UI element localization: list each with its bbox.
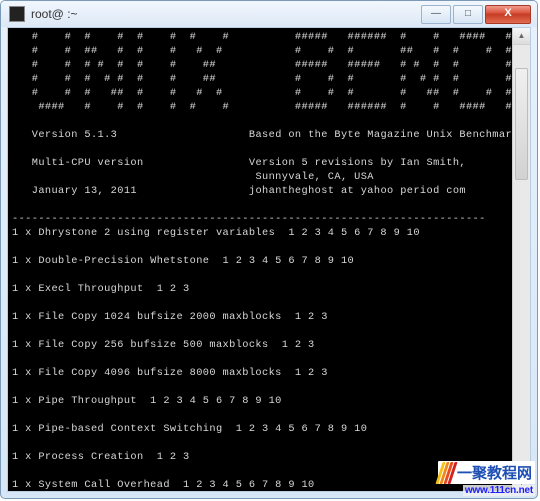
banner-line: # # # # # # # ## # # # # # # # # # xyxy=(12,72,526,86)
watermark-stripes-icon xyxy=(435,462,457,484)
test-line: 1 x File Copy 4096 bufsize 8000 maxblock… xyxy=(12,366,526,380)
titlebar[interactable]: root@ :~ — □ X xyxy=(1,1,537,27)
app-icon xyxy=(9,6,25,22)
test-line: 1 x Double-Precision Whetstone 1 2 3 4 5… xyxy=(12,254,526,268)
blank-line xyxy=(12,114,526,128)
test-line: 1 x Execl Throughput 1 2 3 xyxy=(12,282,526,296)
watermark-url: www.111cn.net xyxy=(463,485,535,496)
minimize-button[interactable]: — xyxy=(421,5,451,24)
banner-line: #### # # # # # # ##### ###### # # #### #… xyxy=(12,100,526,114)
version-line: Version 5.1.3 Based on the Byte Magazine… xyxy=(12,128,526,142)
blank-line xyxy=(12,296,526,310)
maximize-button[interactable]: □ xyxy=(453,5,483,24)
terminal-window: root@ :~ — □ X # # # # # # # # ##### ###… xyxy=(0,0,538,499)
blank-line xyxy=(12,240,526,254)
blank-line xyxy=(12,408,526,422)
window-title: root@ :~ xyxy=(31,7,421,21)
vertical-scrollbar[interactable]: ▲ ▼ xyxy=(512,28,530,491)
blank-line xyxy=(12,352,526,366)
blank-line xyxy=(12,436,526,450)
multicpu-line2: Sunnyvale, CA, USA xyxy=(12,170,526,184)
test-line: 1 x Pipe-based Context Switching 1 2 3 4… xyxy=(12,422,526,436)
banner-line: # # # ## # # # # # # # # ## # # # # xyxy=(12,86,526,100)
date-line: January 13, 2011 johantheghost at yahoo … xyxy=(12,184,526,198)
test-line: 1 x File Copy 1024 bufsize 2000 maxblock… xyxy=(12,310,526,324)
banner-line: # # # # # # # # ##### ###### # # #### # … xyxy=(12,30,526,44)
terminal-output[interactable]: # # # # # # # # ##### ###### # # #### # … xyxy=(8,28,530,491)
watermark: 一聚教程网 www.111cn.net xyxy=(438,461,535,496)
close-button[interactable]: X xyxy=(485,5,531,24)
watermark-text-cn: 一聚教程网 xyxy=(457,466,532,481)
watermark-badge: 一聚教程网 xyxy=(438,461,535,484)
banner-line: # # ## # # # # # # # # ## # # # # # xyxy=(12,44,526,58)
window-controls: — □ X xyxy=(421,5,531,24)
blank-line xyxy=(12,380,526,394)
scroll-up-button[interactable]: ▲ xyxy=(513,28,530,45)
test-line: 1 x Pipe Throughput 1 2 3 4 5 6 7 8 9 10 xyxy=(12,394,526,408)
scrollbar-thumb[interactable] xyxy=(515,68,528,180)
multicpu-line: Multi-CPU version Version 5 revisions by… xyxy=(12,156,526,170)
test-line: 1 x Dhrystone 2 using register variables… xyxy=(12,226,526,240)
client-area: # # # # # # # # ##### ###### # # #### # … xyxy=(7,27,531,492)
blank-line xyxy=(12,142,526,156)
blank-line xyxy=(12,324,526,338)
blank-line xyxy=(12,198,526,212)
sep-line: ----------------------------------------… xyxy=(12,212,526,226)
banner-line: # # # # # # # ## ##### ##### # # # # ###… xyxy=(12,58,526,72)
test-line: 1 x File Copy 256 bufsize 500 maxblocks … xyxy=(12,338,526,352)
blank-line xyxy=(12,268,526,282)
